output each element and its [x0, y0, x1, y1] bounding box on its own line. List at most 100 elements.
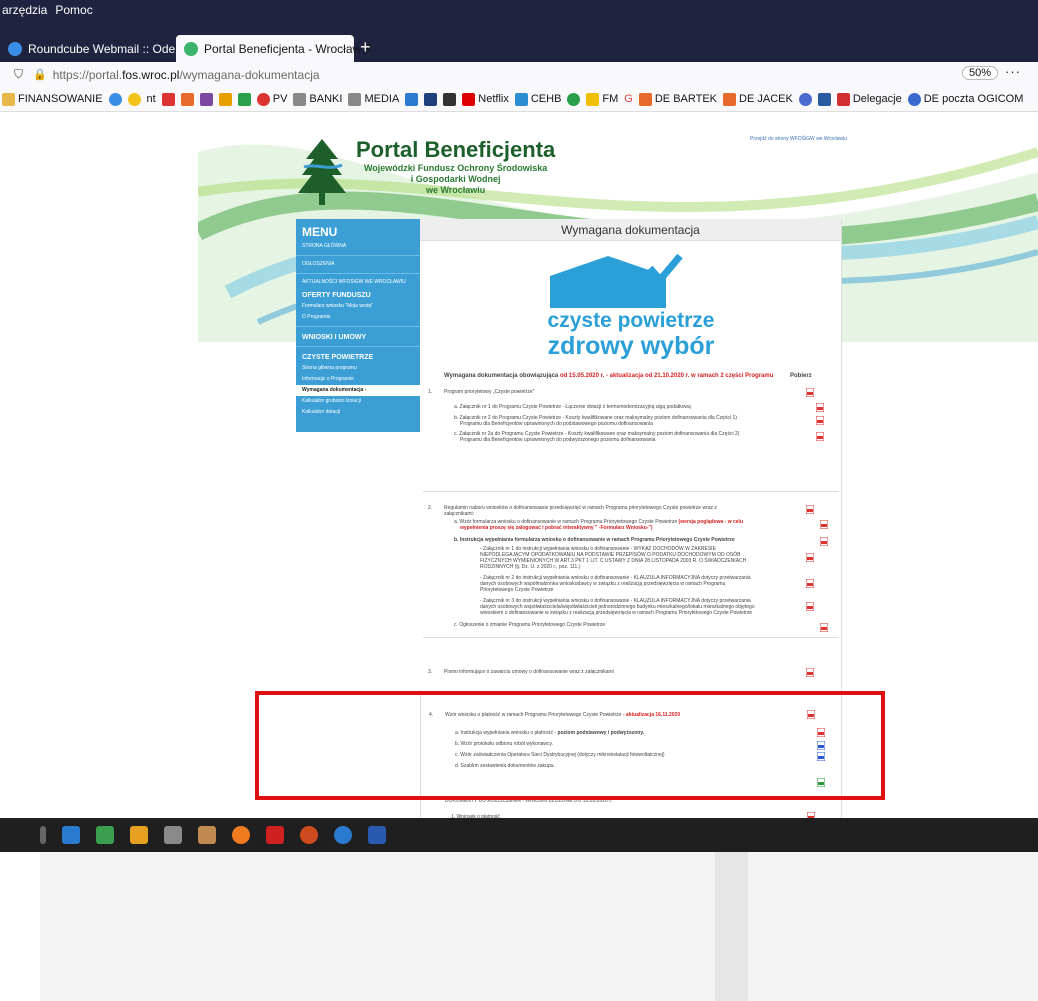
app-icon[interactable] [164, 826, 182, 844]
menu-section-czyste-powietrze[interactable]: CZYSTE POWIETRZE [296, 350, 420, 363]
divider [423, 637, 839, 638]
menu-item-insulation-calculator[interactable]: Kalkulator grubości izolacji [296, 396, 420, 407]
site-logo[interactable]: Portal Beneficjenta Wojewódzki Fundusz O… [296, 137, 555, 207]
bookmark-icon[interactable] [443, 92, 457, 106]
bookmark-icon[interactable] [817, 92, 831, 106]
pdf-icon[interactable] [806, 505, 814, 514]
tab-roundcube[interactable]: Roundcube Webmail :: Odebra ✕ [0, 35, 204, 62]
tab-bar: Roundcube Webmail :: Odebra ✕ Portal Ben… [0, 20, 1038, 62]
bookmark-label: Netflix [478, 93, 509, 105]
bookmark-icon[interactable] [424, 92, 438, 106]
word-icon[interactable] [368, 826, 386, 844]
menu-divider [296, 346, 420, 347]
pdf-icon[interactable] [816, 403, 824, 412]
section-3-title: Pismo informujące o zawarciu umowy o dof… [444, 669, 614, 675]
bookmarks-bar: FINANSOWANIE nt PV BANKI MEDIA Netflix C… [0, 87, 1038, 112]
bookmark-nt[interactable]: nt [147, 93, 156, 105]
desktop-window [0, 852, 1038, 1001]
menu-section-offers[interactable]: OFERTY FUNDUSZU [296, 288, 420, 301]
bookmark-icon[interactable] [199, 92, 213, 106]
section-2-item-b[interactable]: b. Instrukcja wypełniania formularza wni… [454, 537, 735, 543]
page-title: Wymagana dokumentacja [420, 219, 841, 241]
menu-help[interactable]: Pomoc [55, 3, 92, 17]
bookmark-netflix[interactable]: Netflix [462, 92, 509, 106]
logo-text: Portal Beneficjenta Wojewódzki Fundusz O… [356, 137, 555, 196]
menu-item-grant-calculator[interactable]: Kalkulator dotacji [296, 407, 420, 418]
bookmark-icon[interactable] [108, 92, 122, 106]
bookmark-label: FM [602, 93, 619, 105]
menu-item-required-docs[interactable]: Wymagana dokumentacja - [296, 385, 420, 396]
bookmark-label: FINANSOWANIE [18, 93, 103, 105]
app-icon[interactable] [96, 826, 114, 844]
pdf-icon[interactable] [806, 388, 814, 397]
menu-item-program-info[interactable]: Informacje o Programie [296, 374, 420, 385]
menu-item-about-program[interactable]: O Programie [296, 312, 420, 323]
pdf-icon[interactable] [820, 537, 828, 546]
shield-icon[interactable]: ⛉ [14, 67, 23, 82]
bookmark-icon[interactable] [567, 92, 581, 106]
bookmark-de-poczta[interactable]: DE poczta OGICOM [907, 92, 1023, 106]
bookmark-cehb[interactable]: CEHB [514, 92, 561, 106]
menu-section-applications[interactable]: WNIOSKI I UMOWY [296, 330, 420, 343]
app-icon[interactable] [198, 826, 216, 844]
logo-sub-line: Wojewódzki Fundusz Ochrony Środowiska [363, 163, 548, 173]
tab-title: Portal Beneficjenta - Wrocław [204, 41, 362, 56]
tab-portal[interactable]: Portal Beneficjenta - Wrocław ✕ [176, 35, 373, 62]
section-1-item-a[interactable]: a. Załącznik nr 1 do Programu Czyste Pow… [454, 404, 691, 410]
acrobat-icon[interactable] [266, 826, 284, 844]
menu-item-announcements[interactable]: OGŁOSZENIA [296, 259, 420, 270]
attachment-3-cont: wnioskiem o dofinansowanie w związku z r… [480, 610, 753, 616]
folder-icon [348, 92, 362, 106]
zoom-badge[interactable]: 50% [962, 66, 999, 80]
section-2-title: Regulamin naboru wniosków o dofinansowan… [444, 505, 717, 511]
powerpoint-icon[interactable] [300, 826, 318, 844]
scrollbar[interactable] [715, 852, 748, 1001]
menu-title: MENU [302, 225, 338, 239]
menu-item-moja-woda[interactable]: Formularz wniosku "Moja woda" [296, 301, 420, 312]
bookmark-delegacje[interactable]: Delegacje [836, 92, 902, 106]
menu-item-home[interactable]: STRONA GŁÓWNA [296, 241, 420, 252]
pdf-icon[interactable] [806, 579, 814, 588]
pv-icon [256, 92, 270, 106]
app-icon[interactable] [130, 826, 148, 844]
bookmark-pv[interactable]: PV [256, 92, 287, 106]
divider [423, 491, 839, 492]
bookmark-g[interactable]: G [624, 93, 633, 105]
app-icon[interactable] [334, 826, 352, 844]
bookmark-fm[interactable]: FM [586, 92, 619, 106]
bookmark-de-bartek[interactable]: DE BARTEK [638, 92, 717, 106]
pdf-icon[interactable] [806, 553, 814, 562]
bookmark-finansowanie[interactable]: FINANSOWANIE [2, 92, 103, 106]
taskbar-icon[interactable] [40, 826, 46, 844]
wfos-link[interactable]: Przejdź do strony WFOŚiGW we Wrocławiu [750, 136, 847, 142]
bookmark-icon[interactable] [180, 92, 194, 106]
pdf-icon[interactable] [820, 623, 828, 632]
section-1-item-c-cont: Programu dla Beneficjentów uprawnionych … [460, 437, 656, 443]
lock-icon[interactable]: 🔒 [33, 68, 47, 81]
firefox-icon[interactable] [232, 826, 250, 844]
main-content: Wymagana dokumentacja czyste powietrze z… [420, 219, 842, 690]
bookmark-icon[interactable] [405, 92, 419, 106]
bookmark-icon[interactable] [798, 92, 812, 106]
pdf-icon[interactable] [820, 520, 828, 529]
pdf-icon[interactable] [806, 602, 814, 611]
bookmark-icon[interactable] [237, 92, 251, 106]
new-tab-icon[interactable]: + [360, 37, 371, 58]
bookmark-icon[interactable] [218, 92, 232, 106]
menu-tools[interactable]: arzędzia [2, 3, 47, 17]
bookmark-de-jacek[interactable]: DE JACEK [723, 92, 793, 106]
pdf-icon[interactable] [806, 668, 814, 677]
bookmark-banki[interactable]: BANKI [293, 92, 342, 106]
pdf-icon[interactable] [816, 416, 824, 425]
more-icon[interactable]: ··· [1005, 64, 1021, 79]
section-2-item-c[interactable]: c. Ogłoszenie o zmianie Programu Prioryt… [454, 622, 605, 628]
pdf-icon[interactable] [816, 432, 824, 441]
house-check-icon [550, 253, 683, 308]
url-bar[interactable]: https://portal.fos.wroc.pl/wymagana-doku… [53, 68, 320, 82]
bookmark-media[interactable]: MEDIA [348, 92, 399, 106]
bookmark-icon[interactable] [161, 92, 175, 106]
menu-item-news[interactable]: AKTUALNOŚCI WFOŚiGW WE WROCŁAWIU [296, 277, 420, 288]
calendar-icon[interactable] [62, 826, 80, 844]
bookmark-icon[interactable] [127, 92, 141, 106]
menu-item-program-home[interactable]: Strona główna programu [296, 363, 420, 374]
